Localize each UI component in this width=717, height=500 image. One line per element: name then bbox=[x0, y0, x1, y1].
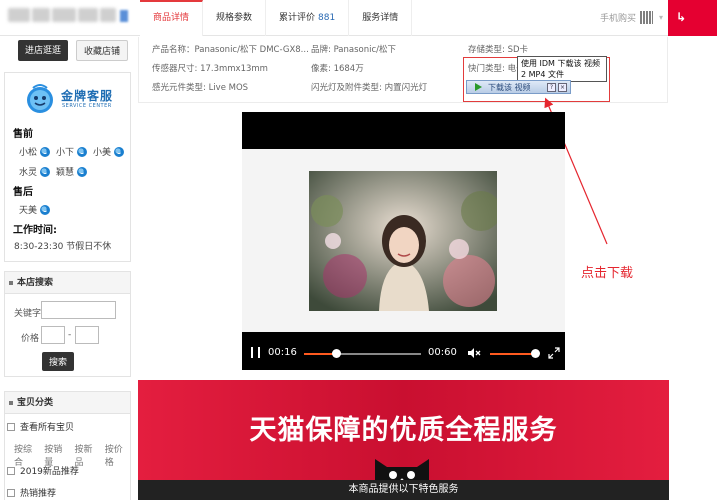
cart-corner-button[interactable]: ↳ bbox=[668, 0, 717, 36]
work-hours-text: 8:30-23:30 节假日不休 bbox=[14, 242, 112, 252]
search-button[interactable]: 搜索 bbox=[42, 352, 75, 371]
attribute-item: 闪光灯及附件类型: 内置闪光灯 bbox=[311, 83, 428, 93]
volume-bar[interactable] bbox=[490, 349, 540, 358]
volume-knob[interactable] bbox=[531, 349, 540, 358]
tab-reviews[interactable]: 累计评价 881 bbox=[266, 0, 350, 36]
category-panel: 宝贝分类 查看所有宝贝 按综合 按销量 按新品 按价格 2019新品推荐 热销推… bbox=[4, 391, 131, 500]
wangwang-icon bbox=[40, 166, 51, 177]
shop-search-heading: 本店搜索 bbox=[5, 272, 130, 294]
staff-contact[interactable]: 小松 bbox=[19, 145, 51, 158]
video-player[interactable]: 00:16 00:60 bbox=[242, 112, 565, 370]
staff-contact[interactable]: 小下 bbox=[56, 145, 88, 158]
shop-badge-icon bbox=[120, 10, 128, 22]
chevron-down-icon: ▾ bbox=[659, 13, 664, 22]
price-min-input[interactable] bbox=[41, 326, 65, 344]
price-label: 价格 bbox=[21, 334, 40, 344]
banner-footer: 本商品提供以下特色服务 bbox=[138, 480, 669, 500]
sort-price-link[interactable]: 按价格 bbox=[105, 442, 130, 468]
cart-corner-icon: ↳ bbox=[676, 10, 687, 24]
download-play-icon bbox=[475, 83, 482, 91]
aftersale-staff-row: 天美 bbox=[19, 203, 51, 216]
presale-staff-row-1: 小松 小下 小美 bbox=[19, 145, 125, 158]
fullscreen-icon[interactable] bbox=[547, 346, 561, 360]
wangwang-icon bbox=[114, 146, 125, 157]
tmall-guarantee-banner: 天猫保障的优质全程服务 本商品提供以下特色服务 bbox=[138, 380, 669, 500]
category-all[interactable]: 查看所有宝贝 bbox=[7, 420, 74, 433]
video-frame-image bbox=[309, 171, 497, 311]
attribute-item: 像素: 1684万 bbox=[311, 64, 364, 74]
aftersale-heading: 售后 bbox=[13, 187, 33, 198]
tab-product-detail[interactable]: 商品详情 bbox=[140, 0, 204, 36]
presale-heading: 售前 bbox=[13, 129, 33, 140]
wangwang-icon bbox=[77, 146, 88, 157]
tab-service-detail[interactable]: 服务详情 bbox=[349, 0, 413, 36]
attribute-item: 感光元件类型: Live MOS bbox=[152, 83, 249, 93]
shop-name-blurred[interactable] bbox=[8, 8, 128, 26]
price-separator: - bbox=[68, 330, 72, 340]
mobile-buy-link[interactable]: 手机购买 ▾ bbox=[600, 11, 663, 24]
favorite-shop-button[interactable]: 收藏店铺 bbox=[76, 40, 129, 61]
wangwang-icon bbox=[40, 146, 51, 157]
current-time: 00:16 bbox=[268, 347, 297, 358]
idm-download-label: 下载该 视频 bbox=[488, 82, 531, 92]
attribute-item: 产品名称：Panasonic/松下 DMC-GX8... bbox=[152, 45, 309, 55]
expand-icon bbox=[7, 488, 15, 497]
service-logo-sub: SERVICE CENTER bbox=[62, 103, 112, 109]
category-new-2019[interactable]: 2019新品推荐 bbox=[7, 464, 79, 477]
price-max-input[interactable] bbox=[75, 326, 99, 344]
expand-icon bbox=[7, 466, 15, 475]
close-icon[interactable]: × bbox=[558, 82, 567, 92]
attribute-item: 品牌: Panasonic/松下 bbox=[311, 45, 397, 55]
keyword-input[interactable] bbox=[41, 301, 116, 319]
mute-icon[interactable] bbox=[467, 347, 481, 359]
collapse-icon bbox=[7, 422, 15, 431]
tab-specs[interactable]: 规格参数 bbox=[203, 0, 267, 36]
player-controls: 00:16 00:60 bbox=[242, 334, 565, 370]
progress-fill bbox=[304, 353, 336, 355]
category-heading: 宝贝分类 bbox=[5, 392, 130, 414]
detail-tabs: 商品详情 规格参数 累计评价 881 服务详情 bbox=[140, 0, 413, 36]
mobile-buy-label: 手机购买 bbox=[600, 14, 637, 24]
progress-track[interactable] bbox=[304, 349, 421, 358]
idm-tooltip: 使用 IDM 下载该 视频 2 MP4 文件 bbox=[517, 56, 607, 82]
attribute-item: 传感器尺寸: 17.3mmx13mm bbox=[152, 64, 268, 74]
staff-contact[interactable]: 颖慧 bbox=[56, 165, 88, 178]
qr-code-icon bbox=[640, 11, 654, 24]
service-mascot-icon bbox=[27, 84, 53, 113]
banner-title: 天猫保障的优质全程服务 bbox=[249, 415, 558, 446]
wangwang-icon bbox=[77, 166, 88, 177]
review-count: 881 bbox=[318, 13, 336, 23]
presale-staff-row-2: 水灵 颖慧 bbox=[19, 165, 88, 178]
category-hot[interactable]: 热销推荐 bbox=[7, 486, 56, 499]
attribute-item: 存储类型: SD卡 bbox=[468, 45, 529, 55]
shop-buttons: 进店逛逛 收藏店铺 bbox=[18, 40, 129, 61]
top-bar: 商品详情 规格参数 累计评价 881 服务详情 手机购买 ▾ ↳ bbox=[0, 0, 717, 36]
help-icon[interactable]: ? bbox=[547, 82, 556, 92]
keyword-label: 关键字 bbox=[14, 309, 42, 319]
work-hours-heading: 工作时间: bbox=[13, 225, 57, 236]
staff-contact[interactable]: 小美 bbox=[93, 145, 125, 158]
customer-service-panel: 金牌客服 SERVICE CENTER 售前 小松 小下 小美 水灵 颖慧 售后… bbox=[4, 72, 131, 262]
wangwang-icon bbox=[40, 204, 51, 215]
staff-contact[interactable]: 水灵 bbox=[19, 165, 51, 178]
shop-search-panel: 本店搜索 关键字 价格 - 搜索 bbox=[4, 271, 131, 377]
idm-download-button[interactable]: 下载该 视频 ? × bbox=[466, 80, 571, 94]
pause-icon[interactable] bbox=[251, 347, 260, 358]
click-download-annotation: 点击下载 bbox=[581, 266, 634, 281]
service-logo-title: 金牌客服 bbox=[61, 89, 114, 103]
staff-contact[interactable]: 天美 bbox=[19, 203, 51, 216]
video-area bbox=[242, 149, 565, 332]
enter-shop-button[interactable]: 进店逛逛 bbox=[18, 40, 69, 61]
progress-knob[interactable] bbox=[331, 349, 341, 358]
duration: 00:60 bbox=[428, 347, 457, 358]
